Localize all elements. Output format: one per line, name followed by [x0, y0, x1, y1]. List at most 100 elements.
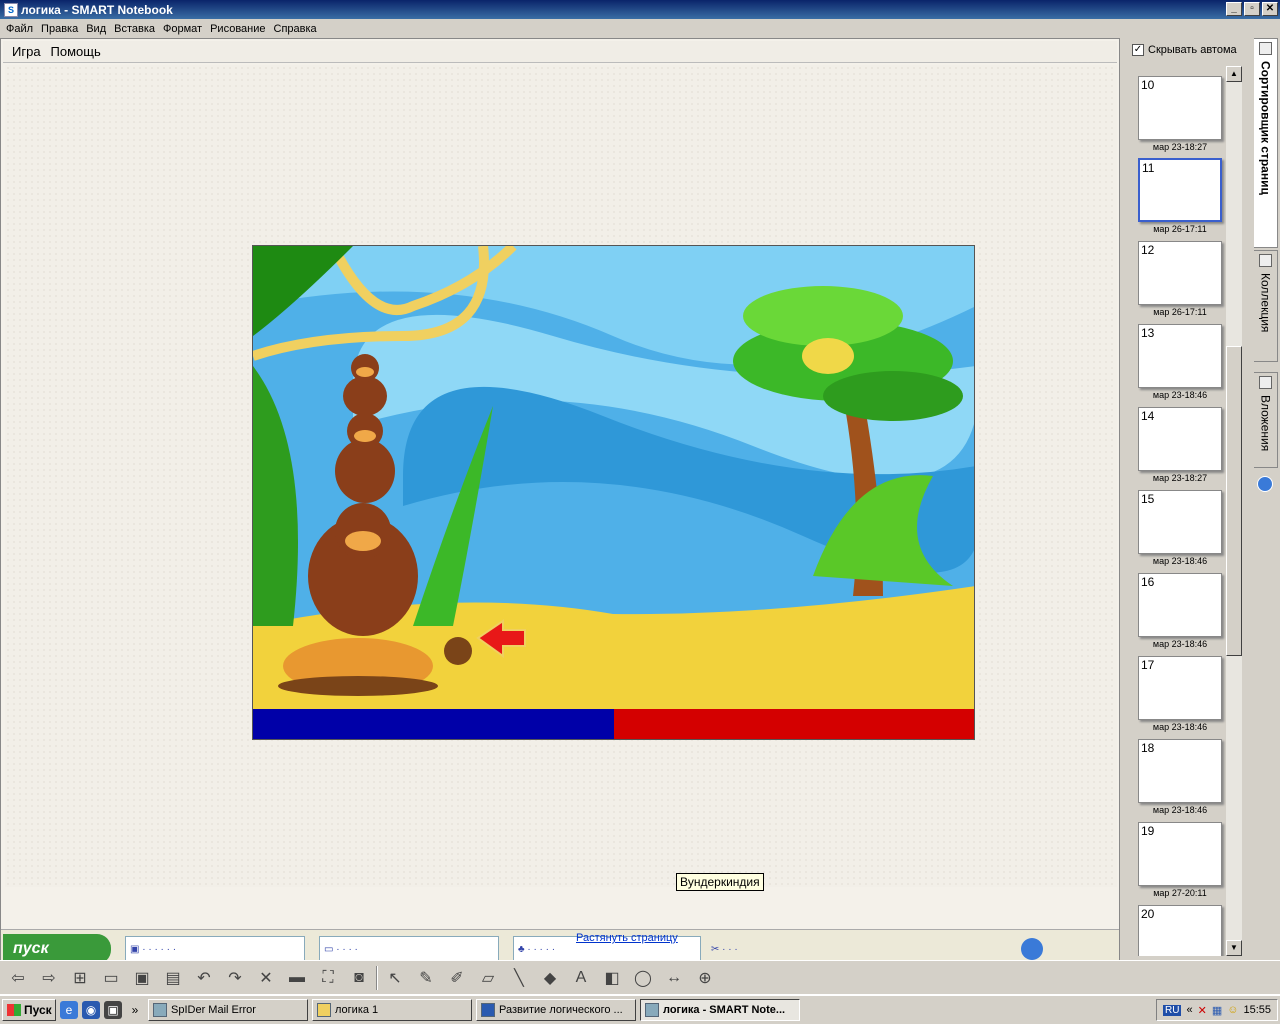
ie-icon[interactable]: e	[60, 1001, 78, 1019]
windows-taskbar: Пуск e ◉ ▣ » SpIDer Mail Error логика 1 …	[0, 994, 1280, 1024]
antivirus-icon[interactable]: ✕	[1198, 1004, 1207, 1017]
pen-tool-icon[interactable]: ✎	[412, 964, 440, 992]
page-thumb[interactable]: 17	[1138, 656, 1222, 720]
page-sorter-sidebar: ✓ Скрывать автома 10 мар 23-18:27 11 мар…	[1120, 38, 1280, 960]
page-thumb[interactable]: 20	[1138, 905, 1222, 956]
page-date: мар 23-18:46	[1152, 390, 1208, 400]
spider-icon	[153, 1003, 167, 1017]
page-thumb-active[interactable]: 11	[1138, 158, 1222, 222]
menu-file[interactable]: Файл	[2, 23, 37, 35]
page-date: мар 26-17:11	[1153, 224, 1207, 234]
menu-help[interactable]: Справка	[270, 23, 321, 35]
fullscreen-icon[interactable]: ⛶	[314, 964, 342, 992]
tab-page-sorter[interactable]: Сортировщик страниц	[1254, 38, 1278, 248]
game-menubar: Игра Помощь	[3, 41, 1117, 63]
undo-icon[interactable]: ↶	[190, 964, 218, 992]
folder-icon	[317, 1003, 331, 1017]
redo-icon[interactable]: ↷	[221, 964, 249, 992]
page-thumb[interactable]: 18	[1138, 739, 1222, 803]
jungle-illustration	[253, 246, 974, 739]
minimize-button[interactable]: _	[1226, 2, 1242, 16]
scroll-down-icon[interactable]: ▼	[1226, 940, 1242, 956]
line-tool-icon[interactable]: ╲	[505, 964, 533, 992]
autohide-checkbox-row[interactable]: ✓ Скрывать автома	[1132, 44, 1244, 56]
scroll-thumb[interactable]	[1226, 346, 1242, 656]
smart-notebook-app-icon: S	[4, 2, 18, 17]
tab-gallery[interactable]: Коллекция	[1254, 250, 1278, 362]
word-icon	[481, 1003, 495, 1017]
page-thumbnails: 10 мар 23-18:27 11 мар 26-17:11 12 мар 2…	[1130, 68, 1232, 956]
page-thumb[interactable]: 19	[1138, 822, 1222, 886]
tray-expand-icon[interactable]: «	[1186, 1004, 1192, 1016]
thumbnail-scrollbar[interactable]: ▲ ▼	[1226, 66, 1242, 956]
next-page-icon[interactable]: ⇨	[35, 964, 63, 992]
task-smart-notebook[interactable]: логика - SMART Note...	[640, 999, 800, 1021]
embedded-task: ▣ · · · · · ·	[125, 936, 305, 962]
menu-insert[interactable]: Вставка	[110, 23, 159, 35]
menu-format[interactable]: Формат	[159, 23, 206, 35]
move-toolbar-icon[interactable]: ↔	[660, 964, 688, 992]
menu-game-help[interactable]: Помощь	[46, 44, 106, 59]
start-button[interactable]: Пуск	[2, 999, 56, 1021]
previous-page-icon[interactable]: ⇦	[4, 964, 32, 992]
clock: 15:55	[1243, 1004, 1271, 1016]
fill-icon[interactable]: ◧	[598, 964, 626, 992]
task-spider-mail[interactable]: SpIDer Mail Error	[148, 999, 308, 1021]
task-logika-folder[interactable]: логика 1	[312, 999, 472, 1021]
page-date: мар 23-18:46	[1152, 805, 1208, 815]
menu-view[interactable]: Вид	[82, 23, 110, 35]
window-title: логика - SMART Notebook	[21, 2, 173, 17]
language-indicator[interactable]: RU	[1163, 1004, 1182, 1016]
page-thumb[interactable]: 12	[1138, 241, 1222, 305]
autohide-checkbox[interactable]: ✓	[1132, 44, 1144, 56]
page-date: мар 23-18:27	[1152, 473, 1208, 483]
page-date: мар 27-20:11	[1153, 888, 1207, 898]
text-tool-icon[interactable]: A	[567, 964, 595, 992]
page-date: мар 26-17:11	[1153, 307, 1207, 317]
red-bar	[614, 709, 974, 739]
menu-edit[interactable]: Правка	[37, 23, 82, 35]
capture-icon[interactable]: ◙	[345, 964, 373, 992]
eraser-icon[interactable]: ▱	[474, 964, 502, 992]
screen-shade-icon[interactable]: ▬	[283, 964, 311, 992]
page-sorter-icon	[1259, 42, 1272, 55]
gallery-icon	[1259, 254, 1272, 267]
task-word-document[interactable]: Развитие логического ...	[476, 999, 636, 1021]
page-thumb[interactable]: 14	[1138, 407, 1222, 471]
tooltip: Вундеркиндия	[676, 873, 764, 891]
properties-icon[interactable]: ◯	[629, 964, 657, 992]
browser-icon[interactable]: ◉	[82, 1001, 100, 1019]
paste-icon[interactable]: ▤	[159, 964, 187, 992]
page-thumb[interactable]: 10	[1138, 76, 1222, 140]
embedded-task: ✂ · · ·	[711, 943, 738, 955]
save-shortcut-icon[interactable]: ▣	[104, 1001, 122, 1019]
shape-tool-icon[interactable]: ◆	[536, 964, 564, 992]
menu-game[interactable]: Игра	[7, 44, 46, 59]
embedded-task: ▭ · · · ·	[319, 936, 499, 962]
select-tool-icon[interactable]: ↖	[381, 964, 409, 992]
close-button[interactable]: ✕	[1262, 2, 1278, 16]
more-quicklaunch-icon[interactable]: »	[126, 1001, 144, 1019]
open-file-icon[interactable]: ▭	[97, 964, 125, 992]
delete-icon[interactable]: ✕	[252, 964, 280, 992]
more-tools-icon[interactable]: ⊕	[691, 964, 719, 992]
scroll-up-icon[interactable]: ▲	[1226, 66, 1242, 82]
save-icon[interactable]: ▣	[128, 964, 156, 992]
add-page-icon[interactable]: ⊞	[66, 964, 94, 992]
stretch-page-link[interactable]: Растянуть страницу	[576, 932, 678, 944]
page-thumb[interactable]: 13	[1138, 324, 1222, 388]
window-titlebar[interactable]: S логика - SMART Notebook _ ▫ ✕	[0, 0, 1280, 19]
tab-attachments[interactable]: Вложения	[1254, 372, 1278, 468]
move-sidebar-icon[interactable]	[1257, 476, 1273, 492]
jungle-game-scene[interactable]	[252, 245, 975, 740]
restore-button[interactable]: ▫	[1244, 2, 1260, 16]
menu-draw[interactable]: Рисование	[206, 23, 269, 35]
network-icon[interactable]: ▦	[1212, 1004, 1222, 1017]
page-thumb[interactable]: 15	[1138, 490, 1222, 554]
creative-pen-icon[interactable]: ✐	[443, 964, 471, 992]
smart-notebook-icon	[645, 1003, 659, 1017]
page-thumb[interactable]: 16	[1138, 573, 1222, 637]
smiley-icon[interactable]: ☺	[1227, 1004, 1238, 1016]
windows-logo-icon	[7, 1004, 21, 1016]
paperclip-icon	[1259, 376, 1272, 389]
